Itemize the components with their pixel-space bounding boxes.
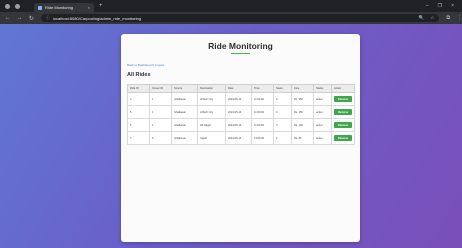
remove-ride-button[interactable]: Remove — [334, 135, 353, 141]
browser-toolbar: ← → ↻ ⓘ localhost:8080/Carpooling/admin_… — [0, 12, 462, 24]
fare-cell: Rs. 80 — [291, 131, 314, 145]
forward-button[interactable]: → — [15, 15, 24, 21]
section-title: All Rides — [127, 72, 151, 78]
destination-cell: HiTech City — [197, 92, 226, 106]
column-header: Destination — [197, 84, 226, 93]
time-cell: 14:00:00 — [251, 131, 274, 145]
status-cell: active — [313, 118, 332, 132]
extensions-icon[interactable]: ⧉ — [446, 15, 450, 21]
ride-id-cell: 6 — [127, 118, 150, 132]
reload-button[interactable]: ↻ — [27, 15, 36, 22]
fare-cell: Rs. 150 — [291, 92, 314, 106]
action-cell: Remove — [331, 131, 355, 145]
destination-cell: Uppal — [197, 131, 226, 145]
source-cell: Ghatkesar — [171, 92, 198, 106]
column-header: Source — [171, 84, 198, 93]
table-row: 6 1 Ghatkesar LB Nagar 2024-05-14 11:00:… — [127, 118, 355, 132]
time-cell: 11:00:00 — [251, 92, 274, 106]
content-card: Ride Monitoring Back to Dashboard | Logo… — [121, 34, 360, 242]
zoom-icon[interactable]: 🔍 — [419, 15, 425, 21]
owner-id-cell: 6 — [149, 131, 172, 145]
page-title: Ride Monitoring — [208, 41, 273, 51]
seats-cell: 4 — [273, 92, 292, 106]
window-controls: – ❐ × — [426, 3, 454, 9]
favicon-icon — [38, 5, 42, 10]
seats-cell: 2 — [273, 131, 292, 145]
destination-cell: LB Nagar — [197, 118, 226, 132]
new-tab-button[interactable]: + — [99, 3, 103, 9]
time-cell: 11:00:00 — [251, 118, 274, 132]
maximize-button[interactable]: ❐ — [438, 3, 442, 9]
table-row: 7 6 Ghatkesar Uppal 2024-05-14 14:00:00 … — [127, 131, 355, 145]
tab-close-icon[interactable]: × — [88, 5, 90, 10]
menu-icon[interactable]: ⋮ — [457, 15, 462, 21]
column-header: Owner ID — [149, 84, 172, 93]
remove-ride-button[interactable]: Remove — [334, 122, 353, 128]
date-cell: 2024-05-14 — [225, 92, 252, 106]
remove-ride-button[interactable]: Remove — [334, 96, 353, 102]
date-cell: 2024-05-14 — [225, 105, 252, 119]
owner-id-cell: 1 — [149, 92, 172, 106]
back-to-dashboard-link[interactable]: Back to Dashboard | Logout — [127, 63, 164, 67]
back-button[interactable]: ← — [3, 15, 12, 21]
column-header: Status — [313, 84, 332, 93]
browser-tab-strip: Ride Monitoring × + – ❐ × — [0, 0, 462, 12]
url-text[interactable]: localhost:8080/Carpooling/admin_ride_mon… — [53, 16, 141, 21]
remove-ride-button[interactable]: Remove — [334, 109, 353, 115]
date-cell: 2024-05-14 — [225, 131, 252, 145]
action-cell: Remove — [331, 105, 355, 119]
browser-tab[interactable]: Ride Monitoring × — [34, 3, 94, 12]
site-info-icon[interactable]: ⓘ — [46, 15, 50, 21]
action-cell: Remove — [331, 92, 355, 106]
column-header: Time — [251, 84, 274, 93]
column-header: Seats — [273, 84, 292, 93]
source-cell: Ghatkesar — [171, 131, 198, 145]
address-bar[interactable]: ⓘ localhost:8080/Carpooling/admin_ride_m… — [40, 14, 440, 22]
table-header-row: Ride ID Owner ID Source Destination Date… — [127, 84, 355, 93]
ride-id-cell: 7 — [127, 131, 150, 145]
fare-cell: Rs. 150 — [291, 105, 314, 119]
time-cell: 11:00:00 — [251, 105, 274, 119]
source-cell: Ghatkesar — [171, 118, 198, 132]
owner-id-cell: 1 — [149, 105, 172, 119]
bookmark-star-icon[interactable]: ☆ — [430, 15, 434, 21]
rides-table: Ride ID Owner ID Source Destination Date… — [127, 84, 355, 145]
ride-id-cell: 5 — [127, 105, 150, 119]
date-cell: 2024-05-14 — [225, 118, 252, 132]
status-cell: active — [313, 105, 332, 119]
destination-cell: HiTech City — [197, 105, 226, 119]
table-row: 5 1 Ghatkesar HiTech City 2024-05-14 11:… — [127, 105, 355, 119]
seats-cell: 3 — [273, 118, 292, 132]
status-cell: active — [313, 131, 332, 145]
status-cell: active — [313, 92, 332, 106]
column-header: Ride ID — [127, 84, 150, 93]
tab-title: Ride Monitoring — [45, 5, 74, 10]
action-cell: Remove — [331, 118, 355, 132]
ride-id-cell: 4 — [127, 92, 150, 106]
seats-cell: 4 — [273, 105, 292, 119]
owner-id-cell: 1 — [149, 118, 172, 132]
title-underline — [231, 53, 250, 54]
table-row: 4 1 Ghatkesar HiTech City 2024-05-14 11:… — [127, 92, 355, 106]
tab-search-icon[interactable] — [15, 3, 20, 9]
column-header: Action — [331, 84, 355, 93]
close-window-button[interactable]: × — [451, 3, 454, 9]
source-cell: Ghatkesar — [171, 105, 198, 119]
column-header: Fare — [291, 84, 314, 93]
minimize-button[interactable]: – — [426, 3, 429, 9]
column-header: Date — [225, 84, 252, 93]
fare-cell: Rs. 100 — [291, 118, 314, 132]
profile-icon[interactable] — [5, 3, 10, 9]
